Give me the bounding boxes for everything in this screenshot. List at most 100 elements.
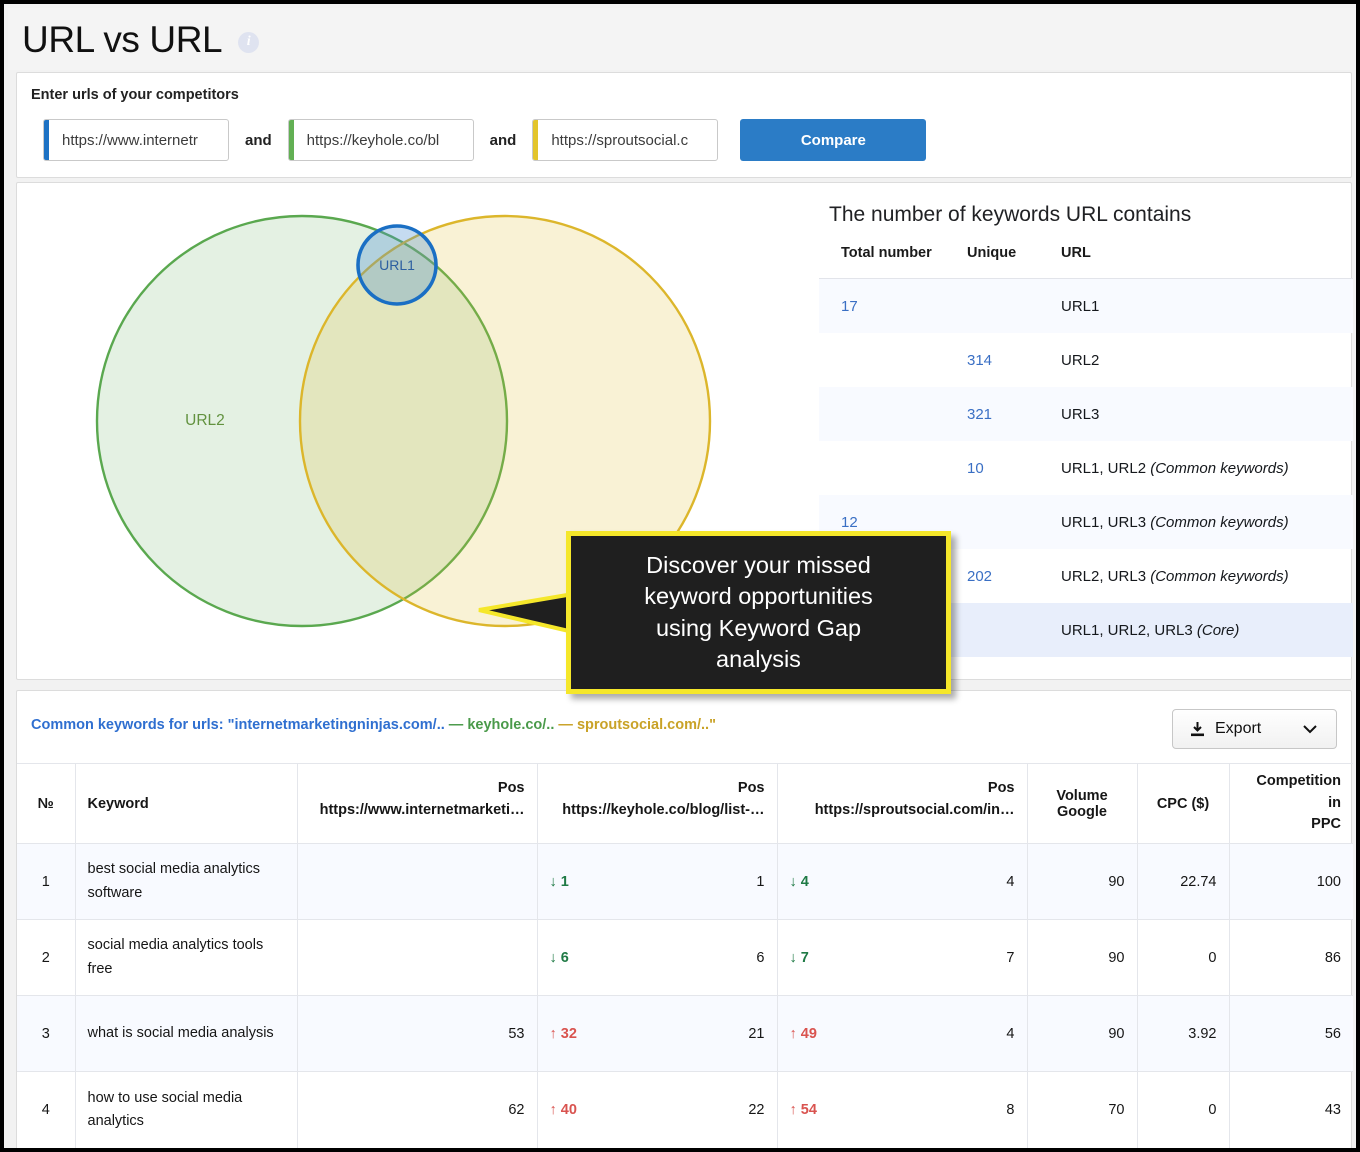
rank-up-indicator: ↑ 40 bbox=[550, 1102, 577, 1118]
cell-unique[interactable]: 321 bbox=[967, 406, 1059, 423]
position-value: 21 bbox=[748, 1026, 764, 1042]
rank-up-indicator: ↑ 54 bbox=[790, 1102, 817, 1118]
col-pos-url1: Pos https://www.internetmarketi… bbox=[297, 764, 537, 844]
venn-and-counts-card: URL2 URL1 Discover your missed keyword o… bbox=[16, 182, 1352, 680]
table-row[interactable]: 3what is social media analysis53↑ 3221↑ … bbox=[17, 996, 1353, 1072]
url-input-3[interactable]: https://sproutsocial.c bbox=[532, 119, 718, 161]
rank-down-indicator: ↓ 1 bbox=[550, 874, 569, 890]
position-value: 6 bbox=[756, 950, 764, 966]
venn-label-url1: URL1 bbox=[379, 257, 415, 273]
col-pos-url2: Pos https://keyhole.co/blog/list-… bbox=[537, 764, 777, 844]
common-sep-1: — bbox=[445, 717, 468, 733]
common-sep-2: — bbox=[554, 717, 577, 733]
callout-bubble: Discover your missed keyword opportuniti… bbox=[566, 531, 951, 694]
cell-unique[interactable]: 10 bbox=[967, 460, 1059, 477]
cell-keyword[interactable]: social media analytics tools free bbox=[75, 920, 297, 996]
cell-total-number[interactable]: 12 bbox=[819, 514, 967, 531]
keyword-table-head: № Keyword Pos https://www.internetmarket… bbox=[17, 764, 1353, 844]
position-value: 4 bbox=[1006, 1026, 1014, 1042]
cell-cpc: 22.74 bbox=[1137, 844, 1229, 920]
title-bar: URL vs URL i bbox=[8, 8, 1360, 70]
cell-position: ↑ 54 8 bbox=[777, 1072, 1027, 1148]
keyword-count-row[interactable]: 321URL3 bbox=[819, 387, 1353, 441]
table-row[interactable]: 1best social media analytics software ↓ 1… bbox=[17, 844, 1353, 920]
position-value: 7 bbox=[1006, 950, 1014, 966]
cell-volume: 90 bbox=[1027, 844, 1137, 920]
col-pos-url3: Pos https://sproutsocial.com/in… bbox=[777, 764, 1027, 844]
keyword-count-row[interactable]: 314URL2 bbox=[819, 333, 1353, 387]
common-site-3: sproutsocial.com/.." bbox=[577, 717, 716, 733]
cell-number: 4 bbox=[17, 1072, 75, 1148]
cell-competition: 56 bbox=[1229, 996, 1353, 1072]
position-value: 8 bbox=[1006, 1102, 1014, 1118]
cell-number: 2 bbox=[17, 920, 75, 996]
cell-position bbox=[297, 844, 537, 920]
cell-unique[interactable]: 314 bbox=[967, 352, 1059, 369]
cell-url: URL3 bbox=[1059, 406, 1353, 423]
keyword-table-header-row: № Keyword Pos https://www.internetmarket… bbox=[17, 764, 1353, 844]
keyword-count-row[interactable]: 17 URL1 bbox=[819, 279, 1353, 333]
common-keywords-card: Common keywords for urls: "internetmarke… bbox=[16, 690, 1352, 1152]
common-site-2: keyhole.co/.. bbox=[467, 717, 554, 733]
table-row[interactable]: 4how to use social media analytics 62 ↑ 40… bbox=[17, 1072, 1353, 1148]
cell-keyword[interactable]: best social media analytics software bbox=[75, 844, 297, 920]
position-value: 22 bbox=[748, 1102, 764, 1118]
cell-volume: 70 bbox=[1027, 1072, 1137, 1148]
keyword-count-header: Total number Unique URL bbox=[819, 241, 1353, 279]
keyword-table-body: 1best social media analytics software ↓ 1… bbox=[17, 844, 1353, 1148]
cell-number: 1 bbox=[17, 844, 75, 920]
position-value: 53 bbox=[508, 1026, 524, 1042]
rank-down-indicator: ↓ 4 bbox=[790, 874, 809, 890]
cell-position: ↑ 40 22 bbox=[537, 1072, 777, 1148]
cell-keyword[interactable]: how to use social media analytics bbox=[75, 1072, 297, 1148]
common-prefix: Common keywords for urls: "internetmarke… bbox=[31, 717, 445, 733]
cell-url: URL2, URL3 (Common keywords) bbox=[1059, 568, 1353, 585]
url-entry-card: Enter urls of your competitors https://w… bbox=[16, 72, 1352, 178]
cell-url: URL1 bbox=[1059, 298, 1353, 315]
col-pos-url2-url: https://keyhole.co/blog/list-… bbox=[562, 800, 764, 822]
col-cpc: CPC ($) bbox=[1137, 764, 1229, 844]
url-input-2[interactable]: https://keyhole.co/bl bbox=[288, 119, 474, 161]
cell-url: URL1, URL2, URL3 (Core) bbox=[1059, 622, 1353, 639]
col-pos-url3-url: https://sproutsocial.com/in… bbox=[815, 800, 1015, 822]
cell-url: URL1, URL2 (Common keywords) bbox=[1059, 460, 1353, 477]
cell-url-note: (Common keywords) bbox=[1146, 568, 1289, 585]
keyword-results-table: № Keyword Pos https://www.internetmarket… bbox=[17, 763, 1353, 1148]
cell-number: 3 bbox=[17, 996, 75, 1072]
info-icon[interactable]: i bbox=[238, 32, 259, 53]
cell-position bbox=[297, 920, 537, 996]
cell-unique[interactable]: 202 bbox=[967, 568, 1059, 585]
cell-position: 53 bbox=[297, 996, 537, 1072]
table-row[interactable]: 2social media analytics tools free↓ 66↓ … bbox=[17, 920, 1353, 996]
cell-keyword[interactable]: what is social media analysis bbox=[75, 996, 297, 1072]
chevron-down-icon[interactable] bbox=[1302, 722, 1318, 740]
cell-position: ↑ 49 4 bbox=[777, 996, 1027, 1072]
cell-position: ↓ 7 7 bbox=[777, 920, 1027, 996]
callout-text: Discover your missed keyword opportuniti… bbox=[632, 550, 885, 675]
page-title: URL vs URL bbox=[22, 21, 222, 58]
rank-down-indicator: ↓ 7 bbox=[790, 950, 809, 966]
col-url: URL bbox=[1059, 245, 1353, 261]
export-button[interactable]: Export bbox=[1172, 709, 1337, 749]
col-number: № bbox=[17, 764, 75, 844]
cell-url-note: (Common keywords) bbox=[1146, 514, 1289, 531]
compare-button[interactable]: Compare bbox=[740, 119, 926, 161]
cell-volume: 90 bbox=[1027, 920, 1137, 996]
cell-position: ↓ 44 bbox=[777, 844, 1027, 920]
cell-cpc: 0 bbox=[1137, 920, 1229, 996]
cell-competition: 100 bbox=[1229, 844, 1353, 920]
position-value: 62 bbox=[508, 1102, 524, 1118]
col-pos-url1-url: https://www.internetmarketi… bbox=[320, 800, 525, 822]
cell-total-number[interactable]: 17 bbox=[819, 298, 967, 315]
rank-up-indicator: ↑ 49 bbox=[790, 1026, 817, 1042]
cell-competition: 43 bbox=[1229, 1072, 1353, 1148]
cell-position: ↑ 3221 bbox=[537, 996, 777, 1072]
col-pos-url2-pos: Pos bbox=[738, 780, 765, 796]
cell-url-note: (Common keywords) bbox=[1146, 460, 1289, 477]
and-label-2: and bbox=[490, 132, 517, 149]
keyword-count-row[interactable]: 10URL1, URL2 (Common keywords) bbox=[819, 441, 1353, 495]
keyword-count-title: The number of keywords URL contains bbox=[829, 203, 1191, 227]
url-input-1[interactable]: https://www.internetr bbox=[43, 119, 229, 161]
col-unique: Unique bbox=[967, 245, 1059, 261]
cell-url: URL1, URL3 (Common keywords) bbox=[1059, 514, 1353, 531]
